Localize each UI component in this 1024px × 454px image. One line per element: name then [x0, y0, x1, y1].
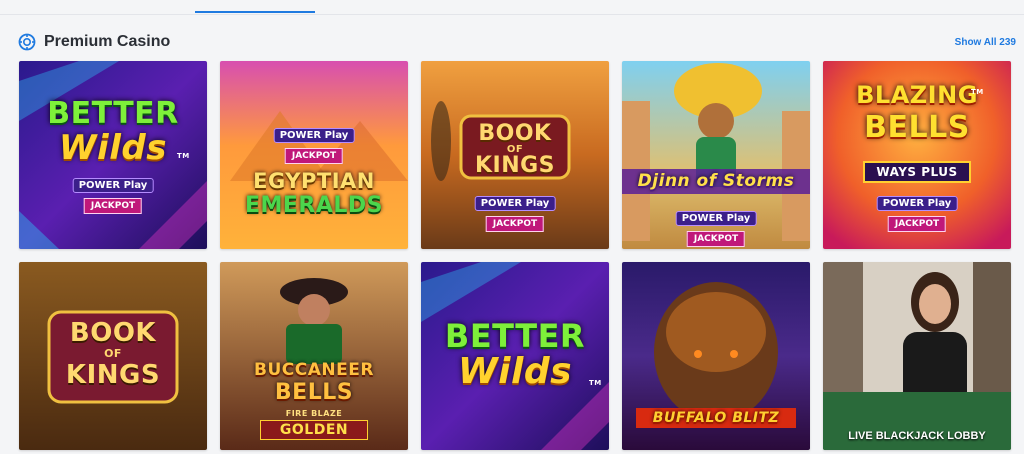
game-tile-book-of-kings[interactable]: BOOK OF KINGS — [19, 262, 207, 450]
game-tile-book-of-kings-power-play-jackpot[interactable]: BOOK OF KINGS POWER Play JACKPOT — [421, 61, 609, 249]
badge-power-play: POWER Play — [876, 196, 958, 211]
badge-jackpot: JACKPOT — [83, 198, 143, 214]
badge-jackpot: JACKPOT — [686, 231, 746, 247]
game-title-line1: BETTER — [47, 96, 179, 131]
game-tile-buffalo-blitz[interactable]: BUFFALO BLITZ — [622, 262, 810, 450]
badge-jackpot: JACKPOT — [887, 216, 947, 232]
active-tab-indicator — [195, 11, 315, 13]
game-title-line3: FIRE BLAZE — [285, 409, 343, 418]
game-artwork — [823, 262, 1011, 450]
top-navigation-bar — [0, 0, 1024, 15]
game-title-line2: Wilds — [457, 351, 573, 392]
game-grid: BETTER Wilds TM POWER Play JACKPOT POWER… — [19, 61, 1011, 450]
game-caption: LIVE BLACKJACK LOBBY — [848, 430, 986, 442]
game-title-line4: GOLDEN — [260, 420, 368, 440]
power-play-jackpot-badge: POWER Play JACKPOT — [876, 191, 958, 232]
badge-power-play: POWER Play — [675, 211, 757, 226]
game-tile-buccaneer-bells-fire-blaze-golden[interactable]: BUCCANEER BELLS FIRE BLAZE GOLDEN — [220, 262, 408, 450]
casino-chip-icon — [18, 33, 36, 51]
game-tile-better-wilds[interactable]: BETTER Wilds TM — [421, 262, 609, 450]
game-title-line3: KINGS — [65, 360, 161, 390]
show-all-link[interactable]: Show All 239 — [955, 37, 1016, 48]
game-title-line1: BOOK — [478, 121, 552, 146]
game-tile-blazing-bells-ways-plus-power-play-jackpot[interactable]: BLAZING BELLS TM WAYS PLUS POWER Play JA… — [823, 61, 1011, 249]
game-title-line1: BUCCANEER — [254, 360, 374, 380]
game-title-line3: KINGS — [474, 153, 556, 178]
power-play-jackpot-badge: POWER Play JACKPOT — [474, 191, 556, 232]
badge-jackpot: JACKPOT — [284, 148, 344, 164]
badge-power-play: POWER Play — [474, 196, 556, 211]
trademark-mark: TM — [971, 88, 984, 96]
badge-power-play: POWER Play — [72, 178, 154, 193]
game-tile-egyptian-emeralds-power-play-jackpot[interactable]: POWER Play JACKPOT EGYPTIAN EMERALDS — [220, 61, 408, 249]
game-title-line1: Djinn of Storms — [622, 169, 810, 194]
power-play-jackpot-badge: POWER Play JACKPOT — [72, 173, 154, 214]
game-title-line2: BELLS — [864, 110, 970, 145]
badge-power-play: POWER Play — [273, 128, 355, 143]
game-title-line2: BELLS — [274, 380, 354, 405]
game-title-line3: WAYS PLUS — [863, 161, 971, 183]
power-play-jackpot-badge: POWER Play JACKPOT — [675, 206, 757, 247]
trademark-mark: TM — [589, 379, 602, 387]
section-title: Premium Casino — [44, 33, 171, 50]
section-header: Premium Casino Show All 239 — [18, 30, 1018, 54]
game-title-line1: EGYPTIAN — [253, 169, 375, 193]
game-title-line2: OF — [104, 347, 122, 360]
game-title-line1: BOOK — [69, 318, 157, 348]
game-title-line1: BETTER — [444, 317, 586, 355]
game-title-line1: BUFFALO BLITZ — [636, 408, 796, 428]
game-tile-djinn-of-storms-power-play-jackpot[interactable]: Djinn of Storms POWER Play JACKPOT — [622, 61, 810, 249]
trademark-mark: TM — [177, 152, 190, 160]
power-play-jackpot-badge: POWER Play JACKPOT — [273, 123, 355, 164]
badge-jackpot: JACKPOT — [485, 216, 545, 232]
game-title-line2: EMERALDS — [244, 193, 384, 218]
game-tile-live-blackjack-lobby[interactable]: LIVE BLACKJACK LOBBY — [823, 262, 1011, 450]
game-tile-better-wilds-power-play-jackpot[interactable]: BETTER Wilds TM POWER Play JACKPOT — [19, 61, 207, 249]
